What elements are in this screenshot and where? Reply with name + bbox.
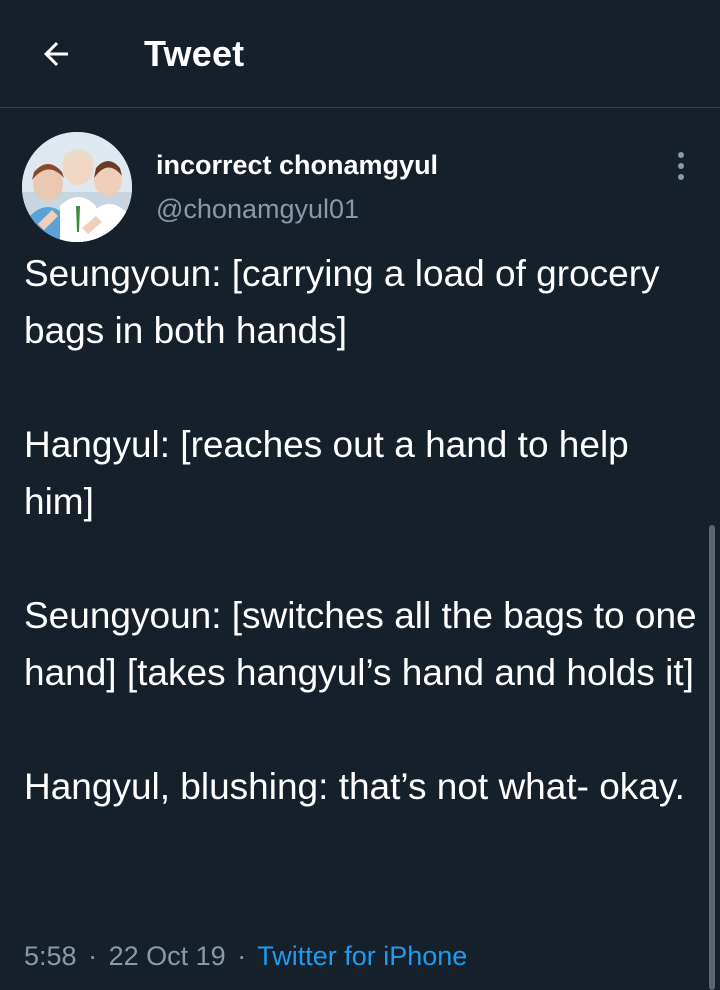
more-dots-icon (678, 174, 684, 180)
page-title: Tweet (144, 33, 245, 74)
meta-separator: · (237, 941, 247, 971)
tweet-paragraph: Seungyoun: [carrying a load of grocery b… (24, 253, 660, 351)
tweet-time: 5:58 (24, 941, 77, 971)
tweet-paragraph: Seungyoun: [switches all the bags to one… (24, 595, 697, 693)
tweet-metadata: 5:58 · 22 Oct 19 · Twitter for iPhone (24, 936, 467, 976)
more-dots-icon (678, 163, 684, 169)
author-display-name[interactable]: incorrect chonamgyul (156, 148, 438, 182)
more-dots-icon (678, 152, 684, 158)
arrow-left-icon (44, 42, 68, 66)
tweet-text: Seungyoun: [carrying a load of grocery b… (24, 245, 704, 815)
more-options-button[interactable] (664, 146, 698, 186)
tweet-source-link[interactable]: Twitter for iPhone (257, 941, 467, 971)
tweet-paragraph: Hangyul: [reaches out a hand to help him… (24, 424, 629, 522)
back-button[interactable] (34, 32, 78, 76)
tweet-date: 22 Oct 19 (108, 941, 226, 971)
author-handle[interactable]: @chonamgyul01 (156, 192, 359, 226)
meta-separator: · (88, 941, 98, 971)
tweet-paragraph: Hangyul, blushing: that’s not what- okay… (24, 766, 685, 807)
avatar[interactable] (22, 132, 132, 242)
scrollbar[interactable] (709, 525, 715, 990)
avatar-photo (22, 132, 132, 242)
top-bar: Tweet (0, 0, 720, 108)
